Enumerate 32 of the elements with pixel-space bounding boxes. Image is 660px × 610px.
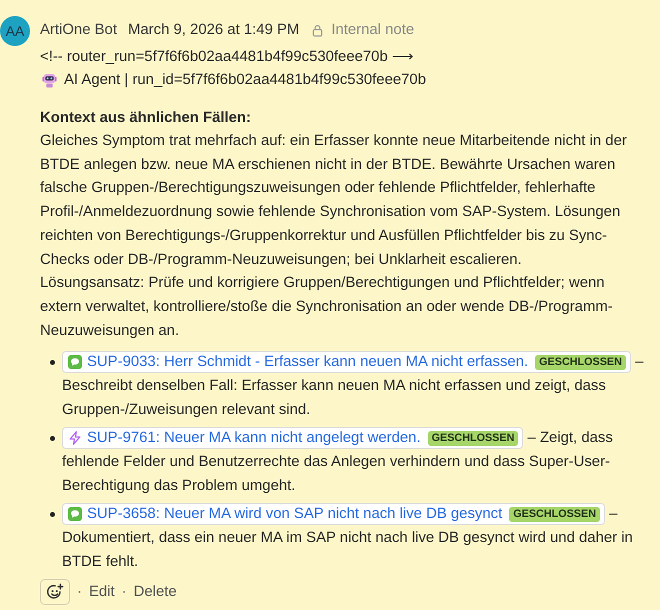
related-ticket-item: SUP-3658: Neuer MA wird von SAP nicht nach live DB gesynct GESCHLOSSEN – Dokumentiert, dass ein neuer MA im SAP nicht nach live DB gesynct wird und daher in BTDE fehlt. xyxy=(62,502,646,574)
chat-bubble-icon xyxy=(68,507,82,522)
bullet-icon xyxy=(50,360,55,366)
avatar: AA xyxy=(0,16,30,46)
ticket-link[interactable]: SUP-9033: Herr Schmidt - Erfasser kann neuen MA nicht erfassen. GESCHLOSSEN xyxy=(62,351,631,374)
ticket-link[interactable]: SUP-3658: Neuer MA wird von SAP nicht nach live DB gesynct GESCHLOSSEN xyxy=(62,503,606,526)
status-badge: GESCHLOSSEN xyxy=(509,506,600,522)
status-badge: GESCHLOSSEN xyxy=(535,354,626,370)
status-badge: GESCHLOSSEN xyxy=(428,430,518,446)
agent-run-id: AI Agent | run_id=5f7f6f6b02aa4481b4f99c530feee70b xyxy=(64,72,426,88)
separator: · xyxy=(77,584,82,600)
related-ticket-item: SUP-9761: Neuer MA kann nicht angelegt werden. GESCHLOSSEN – Zeigt, dass fehlende Felder und Benutzerrechte das Anlegen verhindern und dass Super-User-Berechtigung das Problem umgeht. xyxy=(62,426,646,498)
edit-link[interactable]: Edit xyxy=(88,584,115,600)
context-heading: Kontext aus ähnlichen Fällen: xyxy=(40,109,252,128)
ticket-link[interactable]: SUP-9761: Neuer MA kann nicht angelegt werden. GESCHLOSSEN xyxy=(62,427,524,450)
separator: · xyxy=(122,584,127,600)
lightning-icon xyxy=(68,431,82,446)
add-reaction-button[interactable] xyxy=(40,579,70,606)
bullet-icon xyxy=(50,512,55,518)
related-ticket-item: SUP-9033: Herr Schmidt - Erfasser kann neuen MA nicht erfassen. GESCHLOSSEN – Beschreibt denselben Fall: Erfasser kann neuen MA nicht erfassen und zeigt, dass Gruppen-/Zuweisungen relevant sind. xyxy=(62,350,646,422)
author-name: ArtiOne Bot xyxy=(40,22,117,38)
robot-icon xyxy=(42,72,57,88)
smiley-plus-icon xyxy=(46,583,64,602)
delete-link[interactable]: Delete xyxy=(134,584,177,600)
paragraph: Gleiches Symptom trat mehrfach auf: ein Erfasser konnte neue Mitarbeitende nicht in der BTDE anlegen bzw. neue MA erschienen nicht in der BTDE. Bewährte Ursachen waren falsche Gruppen-/Berechtigungszuweisungen oder fehlende Pflichtfelder, fehlerhafte Profil-/Anmeldezuordnung sowie fehlende Synchronisation vom SAP-System. Lösungen reichten von Berechtigungs-/Gruppenkorrektur und Ausfüllen Pflichtfelder bis zu Sync-Checks oder DB-/Programm-Neuzuweisungen; bei Unklarheit escalieren. xyxy=(40,132,628,270)
timestamp: March 9, 2026 at 1:49 PM xyxy=(128,22,300,38)
chat-bubble-icon xyxy=(68,355,82,370)
paragraph: Lösungsansatz: Prüfe und korrigiere Gruppen/Berechtigungen und Pflichtfelder; wenn extern verwaltet, kontrolliere/stoße die Synchronisation an oder wende DB-/Programm-Neuzuweisungen an. xyxy=(40,274,614,341)
lock-icon xyxy=(312,24,324,36)
router-comment: <!-- router_run=5f7f6f6b02aa4481b4f99c530feee70b ⟶ xyxy=(40,48,414,65)
bullet-icon xyxy=(50,436,55,442)
visibility-label: Internal note xyxy=(331,22,414,38)
